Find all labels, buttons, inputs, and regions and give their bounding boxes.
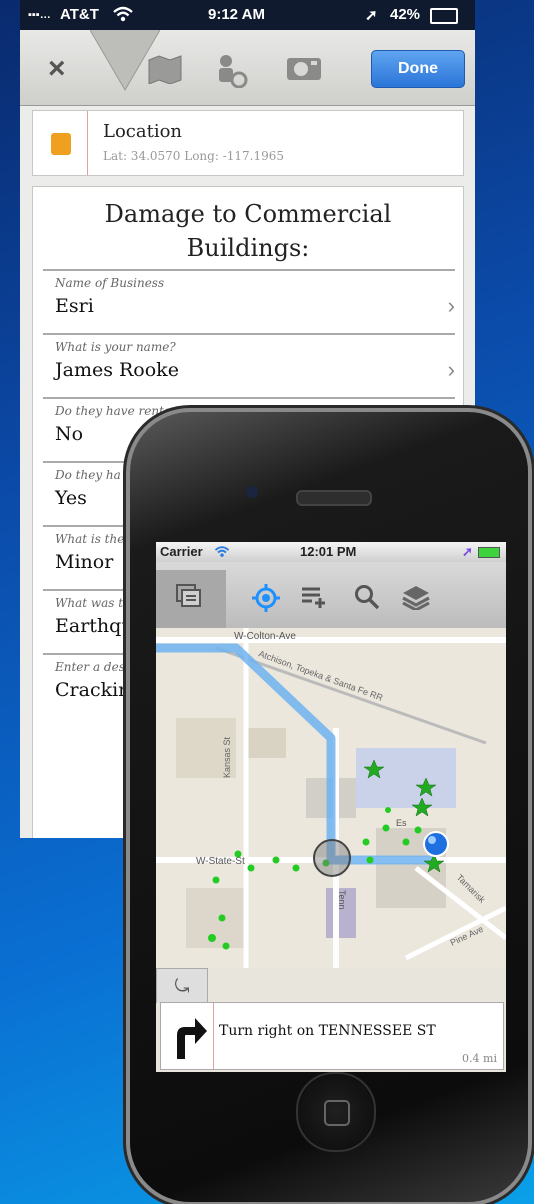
field-business[interactable]: Name of Business Esri ›	[43, 269, 455, 335]
map-block	[186, 888, 246, 948]
wifi-icon	[112, 5, 134, 26]
field-value: Minor	[55, 551, 114, 573]
location-card[interactable]: Location Lat: 34.0570 Long: -117.1965	[32, 110, 464, 176]
add-note-icon[interactable]	[300, 584, 326, 610]
current-location-dot	[423, 831, 449, 857]
map-screen: Carrier 12:01 PM ➚ W-Colton-Ave Atchison…	[156, 542, 506, 1072]
maneuver-marker	[313, 839, 351, 877]
camera-icon[interactable]	[286, 54, 321, 84]
location-arrow-icon: ➚	[365, 7, 378, 24]
battery-label: 42%	[390, 6, 421, 23]
uturn-icon[interactable]: ⤿	[156, 968, 208, 1003]
form-toolbar: × Done	[20, 30, 475, 106]
margin-line	[87, 111, 88, 175]
field-label: What is the	[55, 532, 125, 546]
battery-icon	[478, 547, 500, 558]
map-block	[246, 728, 286, 758]
field-name[interactable]: What is your name? James Rooke ›	[43, 333, 455, 399]
map-canvas: W-Colton-Ave Atchison, Topeka & Santa Fe…	[156, 628, 506, 968]
margin-line	[213, 1003, 214, 1069]
chevron-right-icon: ›	[447, 357, 455, 382]
field-value: No	[55, 423, 84, 445]
field-label: Do they ha	[55, 468, 121, 482]
label-atchison: Atchison, Topeka & Santa Fe RR	[257, 648, 384, 703]
turn-right-icon	[169, 1013, 209, 1059]
direction-panel[interactable]: Turn right on TENNESSEE ST 0.4 mi	[160, 1002, 504, 1070]
earpiece-speaker	[296, 490, 372, 506]
done-button[interactable]: Done	[371, 50, 465, 88]
map-status-bar: Carrier 12:01 PM ➚	[156, 542, 506, 562]
map-icon[interactable]	[148, 54, 182, 85]
home-button[interactable]	[296, 1072, 376, 1152]
layers-icon[interactable]	[402, 584, 430, 612]
status-time: 12:01 PM	[300, 544, 357, 559]
field-value: Esri	[55, 295, 94, 317]
direction-text: Turn right on TENNESSEE ST	[219, 1023, 436, 1039]
locate-icon[interactable]	[252, 584, 280, 612]
label-state: W-State-St	[196, 856, 245, 867]
field-label: Name of Business	[55, 276, 165, 290]
field-label: Enter a des	[55, 660, 125, 674]
label-tenn: Tenn	[337, 890, 347, 910]
carrier-label: AT&T	[60, 6, 99, 23]
location-arrow-icon: ➚	[462, 544, 473, 559]
form-title: Damage to Commercial Buildings:	[104, 200, 392, 262]
location-pin-icon	[51, 133, 71, 155]
field-label: What is your name?	[55, 340, 176, 354]
field-label: What was t	[55, 596, 124, 610]
direction-distance: 0.4 mi	[462, 1052, 497, 1065]
battery-icon	[430, 8, 458, 24]
field-value: Yes	[55, 487, 87, 509]
field-value: James Rooke	[55, 359, 179, 381]
label-kansas: Kansas St	[222, 736, 232, 778]
person-location-icon[interactable]	[214, 54, 248, 89]
status-bar: ▪▪▪… AT&T 9:12 AM ➚ 42%	[20, 0, 475, 30]
label-es: Es	[396, 818, 407, 828]
map-view[interactable]: W-Colton-Ave Atchison, Topeka & Santa Fe…	[156, 628, 506, 968]
chevron-right-icon: ›	[447, 293, 455, 318]
campus-area	[356, 748, 456, 808]
status-time: 9:12 AM	[208, 6, 265, 23]
label-colton: W-Colton-Ave	[234, 631, 296, 642]
carrier-label: Carrier	[160, 544, 203, 559]
signal-icon: ▪▪▪…	[28, 9, 51, 21]
location-title: Location	[103, 121, 183, 142]
front-camera	[246, 486, 258, 498]
home-square-icon	[324, 1100, 350, 1126]
search-icon[interactable]	[354, 584, 380, 610]
close-button[interactable]: ×	[48, 52, 66, 86]
map-toolbar	[156, 562, 506, 628]
field-value: Earthqu	[55, 615, 134, 637]
layers-list-icon[interactable]	[176, 584, 202, 610]
location-coords: Lat: 34.0570 Long: -117.1965	[103, 149, 285, 163]
current-location-highlight	[428, 836, 436, 844]
road-pine	[404, 905, 506, 961]
wifi-icon	[214, 545, 230, 561]
iphone-device: Carrier 12:01 PM ➚ W-Colton-Ave Atchison…	[130, 412, 528, 1202]
